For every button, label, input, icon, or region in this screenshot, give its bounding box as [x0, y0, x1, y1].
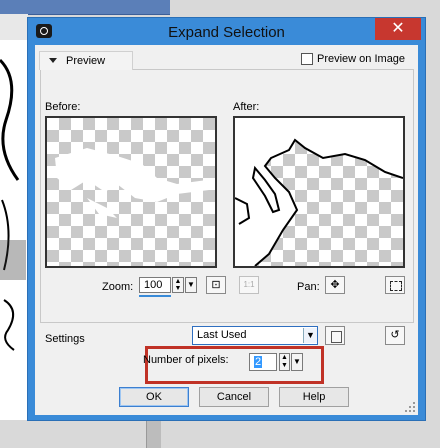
before-preview-image: [55, 148, 209, 218]
floppy-disk-icon: [331, 331, 342, 343]
before-preview[interactable]: [45, 116, 217, 268]
chevron-down-icon[interactable]: ▼: [291, 353, 303, 371]
cancel-button[interactable]: Cancel: [199, 387, 269, 407]
dialog-title: Expand Selection: [168, 24, 285, 41]
close-button[interactable]: ✕: [375, 18, 421, 40]
before-label: Before:: [45, 101, 81, 113]
dialog-client-area: Preview Preview on Image Before: After: …: [35, 45, 418, 415]
chevron-down-icon[interactable]: ▼: [185, 277, 197, 293]
save-preset-button[interactable]: [325, 326, 345, 345]
triangle-down-icon: [49, 58, 57, 63]
background-window-tab: [0, 0, 170, 15]
zoom-slider-indicator[interactable]: [139, 295, 171, 297]
number-of-pixels-spinner[interactable]: ▲ ▼: [279, 353, 290, 371]
help-button[interactable]: Help: [279, 387, 349, 407]
background-canvas: [0, 40, 29, 420]
actual-size-button[interactable]: 1:1: [239, 276, 259, 294]
preview-label: Preview: [66, 55, 106, 67]
expand-selection-dialog: Expand Selection ✕ Preview Preview on Im…: [27, 17, 426, 421]
zoom-spinner[interactable]: ▲ ▼: [172, 277, 184, 293]
background-scrollbar: [146, 420, 161, 448]
after-preview-image: [235, 118, 403, 266]
number-of-pixels-value: 2: [254, 356, 263, 368]
zoom-label: Zoom:: [102, 281, 134, 293]
resize-grip-icon[interactable]: [405, 402, 415, 412]
zoom-input[interactable]: 100: [139, 277, 171, 293]
selection-view-button[interactable]: [385, 276, 405, 294]
number-of-pixels-label: Number of pixels:: [143, 354, 229, 366]
reset-to-default-button[interactable]: ↺: [385, 326, 405, 345]
number-of-pixels-input[interactable]: 2: [249, 353, 277, 371]
after-preview[interactable]: [233, 116, 405, 268]
zoom-to-fit-button[interactable]: ⊡: [206, 276, 226, 294]
pan-label: Pan:: [297, 281, 320, 293]
preview-on-image-label[interactable]: Preview on Image: [317, 53, 405, 65]
background-canvas-drawing: [0, 58, 26, 351]
ok-button[interactable]: OK: [119, 387, 189, 407]
settings-label: Settings: [45, 333, 85, 345]
after-label: After:: [233, 101, 260, 113]
settings-preset-select[interactable]: Last Used: [192, 326, 318, 345]
background-ruler: [0, 14, 28, 41]
pan-button[interactable]: ✥: [325, 276, 345, 294]
preview-toggle[interactable]: Preview: [39, 51, 133, 70]
title-bar[interactable]: Expand Selection ✕: [28, 18, 425, 45]
chevron-down-icon[interactable]: ▼: [303, 328, 317, 343]
preview-on-image-checkbox[interactable]: [301, 53, 313, 65]
